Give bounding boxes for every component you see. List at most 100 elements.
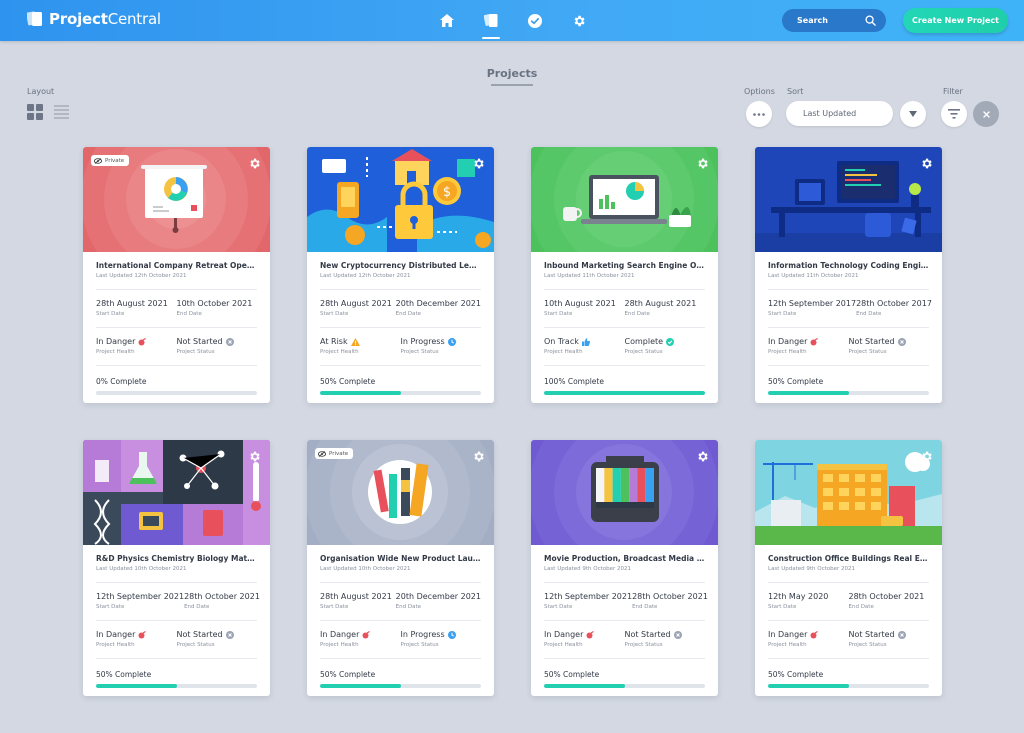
logo[interactable]: ProjectCentral — [27, 10, 161, 28]
clear-filter-button[interactable] — [973, 101, 999, 127]
last-updated: Last Updated 9th October 2021 — [768, 566, 856, 572]
divider — [768, 620, 929, 621]
project-card[interactable]: Information Technology Coding Engineerin… — [755, 147, 942, 403]
progress-bar-fill — [544, 391, 705, 395]
in-progress-icon — [447, 337, 456, 346]
project-cover-image[interactable]: $ — [307, 147, 494, 252]
project-card[interactable]: R&D Physics Chemistry Biology Mathematic… — [83, 440, 270, 696]
progress-label: 50% Complete — [768, 670, 824, 679]
search-input[interactable]: Search — [782, 9, 886, 32]
not-started-icon — [225, 337, 234, 346]
progress-label: 50% Complete — [768, 377, 824, 386]
start-date-caption: Start Date — [320, 311, 349, 317]
card-settings-button[interactable] — [248, 448, 261, 467]
project-status: Not Started — [849, 337, 930, 346]
progress-bar — [544, 391, 705, 395]
create-project-button[interactable]: Create New Project — [903, 8, 1008, 33]
chevron-down-icon — [909, 111, 917, 117]
card-settings-button[interactable] — [920, 155, 933, 174]
project-card[interactable]: Private International Company Retreat Op… — [83, 147, 270, 403]
sort-select[interactable]: Last Updated — [786, 101, 893, 126]
not-started-icon — [897, 630, 906, 639]
project-title[interactable]: International Company Retreat Opening ..… — [96, 261, 257, 270]
divider — [96, 327, 257, 328]
project-card[interactable]: $ New Cryptocurrency Distributed Ledger … — [307, 147, 494, 403]
project-title[interactable]: Organisation Wide New Product Launch S..… — [320, 554, 481, 563]
project-title[interactable]: Information Technology Coding Engineerin… — [768, 261, 929, 270]
project-health-caption: Project Health — [320, 349, 359, 355]
gear-icon — [250, 451, 260, 462]
divider — [96, 620, 257, 621]
project-cover-image[interactable] — [755, 147, 942, 252]
project-title[interactable]: R&D Physics Chemistry Biology Mathematic… — [96, 554, 257, 563]
card-settings-button[interactable] — [472, 155, 485, 174]
card-body: Construction Office Buildings Real Estat… — [768, 554, 929, 688]
divider — [320, 365, 481, 366]
project-title[interactable]: Inbound Marketing Search Engine Optimi..… — [544, 261, 705, 270]
project-status: Not Started — [177, 630, 258, 639]
nav-settings[interactable] — [568, 0, 590, 41]
filter-icon — [948, 109, 960, 119]
nav-home[interactable] — [436, 0, 458, 41]
project-title[interactable]: Construction Office Buildings Real Estat… — [768, 554, 929, 563]
project-health-value: In Danger — [768, 630, 808, 639]
end-date: 28th October 2017 — [856, 299, 932, 308]
sort-label: Sort — [787, 87, 804, 96]
nav-tasks[interactable] — [524, 0, 546, 41]
project-card[interactable]: Construction Office Buildings Real Estat… — [755, 440, 942, 696]
start-date: 28th August 2021 — [320, 299, 392, 308]
end-date-caption: End Date — [184, 604, 210, 610]
divider — [544, 327, 705, 328]
gear-icon — [474, 451, 484, 462]
project-health: In Danger — [96, 630, 177, 639]
cryptocurrency-illustration: $ — [307, 147, 494, 252]
project-cover-image[interactable] — [531, 440, 718, 545]
project-cover-image[interactable] — [83, 440, 270, 545]
complete-icon — [666, 337, 675, 346]
card-body: International Company Retreat Opening ..… — [96, 261, 257, 395]
progress-bar-fill — [544, 684, 625, 688]
progress-label: 50% Complete — [320, 377, 376, 386]
card-settings-button[interactable] — [696, 448, 709, 467]
danger-icon — [586, 630, 595, 638]
project-title[interactable]: Movie Production, Broadcast Media & Edit… — [544, 554, 705, 563]
progress-bar — [320, 684, 481, 688]
svg-text:$: $ — [443, 185, 451, 200]
project-card[interactable]: Movie Production, Broadcast Media & Edit… — [531, 440, 718, 696]
card-settings-button[interactable] — [696, 155, 709, 174]
gear-icon — [922, 158, 932, 169]
card-settings-button[interactable] — [920, 448, 933, 467]
gear-icon — [474, 158, 484, 169]
last-updated: Last Updated 10th October 2021 — [320, 566, 411, 572]
project-cover-image[interactable] — [755, 440, 942, 545]
coding-illustration — [755, 147, 942, 252]
project-status: Not Started — [625, 630, 706, 639]
project-health-caption: Project Health — [544, 349, 583, 355]
list-layout-button[interactable] — [54, 105, 69, 119]
divider — [320, 289, 481, 290]
more-dots-icon — [753, 112, 765, 116]
project-health-caption: Project Health — [768, 642, 807, 648]
project-status-value: Not Started — [176, 337, 223, 346]
nav-projects[interactable] — [480, 0, 502, 41]
divider — [768, 289, 929, 290]
grid-layout-button[interactable] — [27, 104, 43, 120]
project-card[interactable]: Inbound Marketing Search Engine Optimi..… — [531, 147, 718, 403]
eye-off-icon — [94, 157, 102, 164]
card-body: R&D Physics Chemistry Biology Mathematic… — [96, 554, 260, 688]
divider — [320, 582, 481, 583]
options-button[interactable] — [746, 101, 772, 127]
project-cover-image[interactable] — [531, 147, 718, 252]
card-settings-button[interactable] — [248, 155, 261, 174]
filter-label: Filter — [943, 87, 963, 96]
close-icon — [982, 110, 990, 118]
card-settings-button[interactable] — [472, 448, 485, 467]
project-card[interactable]: Private Organisation Wide New Product La… — [307, 440, 494, 696]
start-date: 28th August 2021 — [96, 299, 168, 308]
check-circle-icon — [528, 13, 542, 28]
project-title[interactable]: New Cryptocurrency Distributed Ledger ..… — [320, 261, 481, 270]
logo-text: ProjectCentral — [49, 10, 161, 28]
start-date: 12th September 2021 — [96, 592, 185, 601]
sort-direction-button[interactable] — [900, 101, 926, 127]
filter-button[interactable] — [941, 101, 967, 127]
